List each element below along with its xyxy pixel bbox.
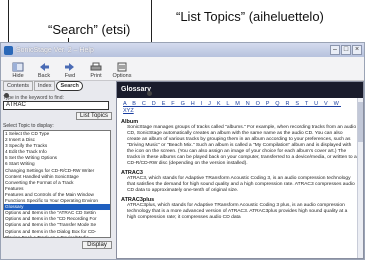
select-topic-label: Select Topic to display: [3,123,54,129]
glossary-definition: ATRAC3plus, which stands for Adaptive TR… [127,203,348,220]
search-callout: “Search” (etsi) [48,22,131,37]
title-bar: SonicStage Ver. 2 – Help – □ × [1,43,364,57]
tab-search[interactable]: Search [56,81,83,91]
options-button[interactable]: Options [111,62,133,80]
topic-list-item[interactable]: Options and Items in the "Transfer Mode … [4,222,110,228]
topic-list-item[interactable]: Options and Items in the Dialog Box for … [4,229,110,235]
glossary-content: Album SonicStage manages groups of tracks… [117,114,363,221]
tab-contents[interactable]: Contents [3,81,34,91]
tab-index[interactable]: Index [34,81,56,91]
help-window: SonicStage Ver. 2 – Help – □ × Hide Back… [0,42,365,260]
back-label: Back [37,73,51,79]
forward-button[interactable]: Fwd [59,62,81,80]
forward-arrow-icon [65,63,74,71]
printer-icon [90,62,102,71]
hide-label: Hide [12,73,24,79]
alphabet-index[interactable]: A B C D E F G H I J K L M N O P Q R S T … [123,101,363,107]
vertical-scrollbar[interactable] [357,98,363,258]
keyword-input[interactable]: ATRAC [3,101,109,110]
glossary-title: Glossary [117,82,363,98]
minimize-button[interactable]: – [330,45,340,55]
back-arrow-icon [40,63,49,71]
topic-list-item[interactable]: Playing Back a Track on a Device/Media [4,235,110,237]
close-button[interactable]: × [352,45,362,55]
nav-tabs: Contents Index Search [3,81,83,91]
topic-list-item[interactable]: Changing Settings for CD-R/CD-RW Writer [4,168,110,174]
list-topics-pointer-dot [147,91,152,96]
glossary-definition: ATRAC3, which stands for Adaptive TRansf… [127,176,355,193]
app-icon [4,45,13,55]
forward-label: Fwd [64,73,76,79]
list-topics-callout: “List Topics” (aiheluettelo) [176,9,324,24]
toolbar: Hide Back Fwd Print Options [1,57,364,81]
glossary-pane: Glossary A B C D E F G H I J K L M N O P… [116,81,364,259]
topic-list[interactable]: 1 Select the CD Type 2 Insert a Disc 3 Spe… [3,130,111,238]
glossary-definition: SonicStage manages groups of tracks call… [127,125,357,166]
hide-icon [12,62,24,72]
display-button[interactable]: Display [82,241,112,249]
options-icon [117,62,127,72]
window-title: SonicStage Ver. 2 – Help [16,46,94,54]
hide-button[interactable]: Hide [7,62,29,80]
back-button[interactable]: Back [33,62,55,80]
maximize-button[interactable]: □ [341,45,351,55]
options-label: Options [112,73,132,79]
list-topics-button[interactable]: List Topics [76,112,112,120]
search-pane: Type in the keyword to find: ATRAC List … [3,93,112,259]
scrollbar-thumb[interactable] [358,102,363,142]
print-button[interactable]: Print [85,62,107,80]
print-label: Print [90,73,102,79]
keyword-pointer-dot [4,93,9,98]
